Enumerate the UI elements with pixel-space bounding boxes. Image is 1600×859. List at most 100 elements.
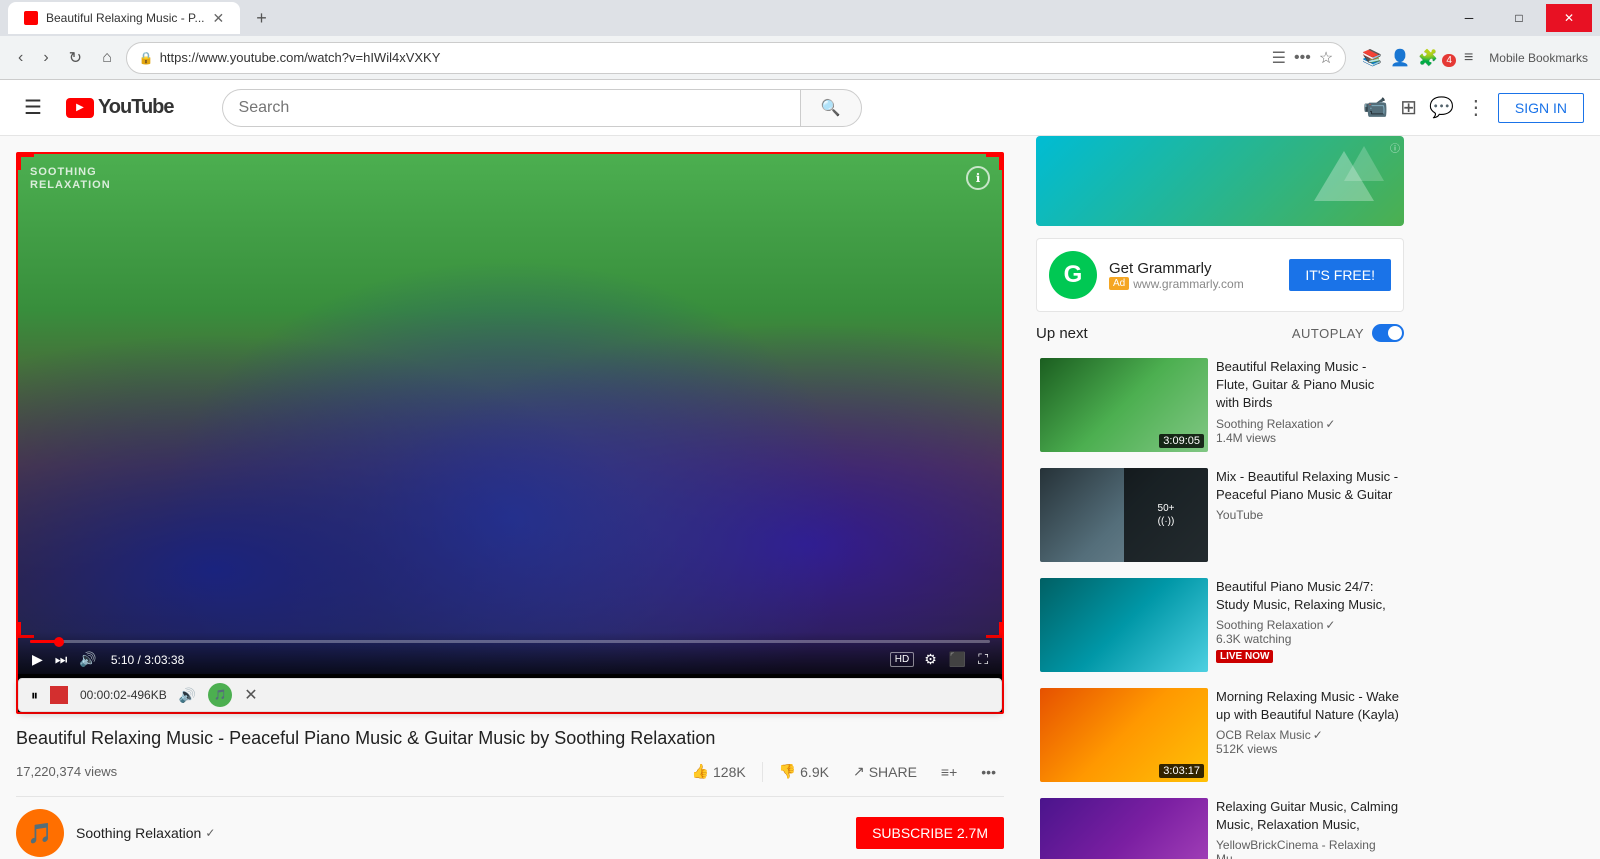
more-icon[interactable]: ••• (1294, 49, 1311, 67)
close-button[interactable]: ✕ (1546, 4, 1592, 32)
quality-badge[interactable]: HD (890, 652, 914, 667)
new-tab-button[interactable]: + (248, 4, 275, 33)
time-current: 5:10 (111, 653, 134, 667)
browser-tab[interactable]: Beautiful Relaxing Music - P... ✕ (8, 2, 240, 34)
address-right-icons: ☰ ••• ☆ (1272, 48, 1334, 68)
library-icon[interactable]: 📚 (1362, 48, 1382, 68)
mix-badge: 50+((·)) (1124, 468, 1208, 562)
pip-time: 00:00:02-496KB (80, 688, 167, 702)
dislike-icon: 👎 (779, 763, 796, 780)
address-input-wrapper[interactable]: 🔒 https://www.youtube.com/watch?v=hIWil4… (126, 42, 1346, 74)
channel-name-text: Soothing Relaxation ✓ (1216, 618, 1400, 632)
pip-volume-icon[interactable]: 🔊 (179, 687, 196, 704)
autoplay-toggle[interactable] (1372, 324, 1404, 342)
menu-hamburger[interactable]: ☰ (16, 87, 50, 128)
video-controls: ▶ ⏭ 🔊 5:10 / 3:03:38 HD ⚙ ⬛ (18, 632, 1002, 674)
pip-toolbar: ⏸ 00:00:02-496KB 🔊 🎵 ✕ (18, 678, 1002, 712)
messages-icon[interactable]: 💬 (1429, 95, 1454, 120)
channel-name-text: Soothing Relaxation (76, 825, 201, 841)
search-button[interactable]: 🔍 (800, 89, 862, 127)
video-duration: 3:09:05 (1159, 434, 1204, 448)
ad-card: G Get Grammarly Ad www.grammarly.com IT'… (1036, 238, 1404, 312)
sidebar-video-item[interactable]: 50+((·)) Mix - Beautiful Relaxing Music … (1036, 464, 1404, 566)
tab-close-icon[interactable]: ✕ (213, 10, 225, 27)
video-info: Beautiful Relaxing Music - Flute, Guitar… (1216, 358, 1400, 452)
youtube-logo[interactable]: YouTube (66, 96, 174, 119)
next-button[interactable]: ⏭ (53, 649, 70, 670)
video-title-section: Beautiful Relaxing Music - Peaceful Pian… (16, 714, 1004, 796)
action-buttons: 👍 128K 👎 6.9K ↗ SHARE ≡ (684, 759, 1004, 784)
video-duration: 3:03:17 (1159, 764, 1204, 778)
back-button[interactable]: ‹ (12, 45, 29, 71)
search-bar: 🔍 (222, 89, 862, 127)
sidebar-video-item[interactable]: Beautiful Piano Music 24/7: Study Music,… (1036, 574, 1404, 676)
like-icon: 👍 (692, 763, 709, 780)
autoplay-section: AUTOPLAY (1292, 324, 1404, 342)
view-count: 17,220,374 views (16, 764, 117, 779)
video-title-text: Mix - Beautiful Relaxing Music - Peacefu… (1216, 468, 1400, 504)
sidebar-video-item[interactable]: 3:09:05 Beautiful Relaxing Music - Flute… (1036, 354, 1404, 456)
video-title-text: Relaxing Guitar Music, Calming Music, Re… (1216, 798, 1400, 834)
ad-graphic (1304, 141, 1384, 221)
sync-icon[interactable]: 👤 (1390, 48, 1410, 68)
video-title: Beautiful Relaxing Music - Peaceful Pian… (16, 726, 1004, 751)
maximize-button[interactable]: □ (1496, 4, 1542, 32)
right-controls: HD ⚙ ⬛ ⛶ (890, 649, 990, 670)
video-info: Beautiful Piano Music 24/7: Study Music,… (1216, 578, 1400, 672)
minimize-button[interactable]: ─ (1446, 4, 1492, 32)
video-title-text: Beautiful Relaxing Music - Flute, Guitar… (1216, 358, 1400, 413)
bookmarks-label: Mobile Bookmarks (1489, 51, 1588, 65)
more-button[interactable]: ••• (973, 760, 1004, 784)
pip-pause-button[interactable]: ⏸ (31, 687, 38, 704)
sign-in-button[interactable]: SIGN IN (1498, 93, 1584, 123)
video-player-wrapper: SOOTHINGRELAXATION ℹ ▶ ⏭ (16, 152, 1004, 714)
pip-stop-button[interactable] (50, 686, 68, 704)
fullscreen-button[interactable]: ⛶ (976, 649, 990, 670)
volume-button[interactable]: 🔊 (77, 649, 98, 670)
reader-mode-icon[interactable]: ☰ (1272, 48, 1286, 68)
live-badge: LIVE NOW (1216, 650, 1273, 663)
dislike-button[interactable]: 👎 6.9K (771, 759, 837, 784)
subscribe-button[interactable]: SUBSCRIBE 2.7M (856, 817, 1004, 849)
youtube-header: ☰ YouTube 🔍 📹 ⊞ 💬 ⋮ SIGN IN (0, 80, 1600, 136)
video-thumbnail: 50+((·)) (1040, 468, 1208, 562)
bookmark-icon[interactable]: ☆ (1319, 48, 1333, 68)
ad-url: www.grammarly.com (1133, 277, 1243, 291)
lock-icon: 🔒 (139, 51, 154, 65)
sidebar-video-item[interactable]: 3:03:17 Morning Relaxing Music - Wake up… (1036, 684, 1404, 786)
sidebar-video-item[interactable]: Relaxing Guitar Music, Calming Music, Re… (1036, 794, 1404, 859)
miniplayer-button[interactable]: ⬛ (947, 649, 968, 670)
search-input[interactable] (222, 89, 800, 127)
address-text: https://www.youtube.com/watch?v=hIWil4xV… (160, 50, 1272, 65)
menu-icon[interactable]: ≡ (1464, 49, 1473, 67)
ad-badge: ⓘ (1390, 140, 1400, 155)
video-thumbnail (1040, 798, 1208, 859)
play-button[interactable]: ▶ (30, 649, 45, 670)
channel-verified-icon: ✓ (1313, 728, 1323, 742)
header-right: 📹 ⊞ 💬 ⋮ SIGN IN (1363, 93, 1584, 123)
forward-button[interactable]: › (37, 45, 54, 71)
extensions-icon[interactable]: 🧩 4 (1418, 48, 1456, 68)
refresh-button[interactable]: ↻ (63, 44, 88, 72)
more-options-icon[interactable]: ⋮ (1466, 95, 1486, 120)
like-button[interactable]: 👍 128K (684, 759, 754, 784)
share-button[interactable]: ↗ SHARE (845, 759, 925, 784)
add-to-button[interactable]: ≡+ (933, 760, 965, 784)
video-channel-overlay: SOOTHINGRELAXATION (30, 166, 111, 192)
apps-icon[interactable]: ⊞ (1400, 95, 1417, 120)
dislike-count: 6.9K (800, 764, 829, 780)
home-button[interactable]: ⌂ (96, 45, 118, 71)
pip-close-button[interactable]: ✕ (244, 685, 257, 705)
channel-name: Soothing Relaxation ✓ (76, 825, 215, 841)
views-text: 6.3K watching (1216, 632, 1400, 646)
upload-icon[interactable]: 📹 (1363, 95, 1388, 120)
video-player[interactable]: SOOTHINGRELAXATION ℹ ▶ ⏭ (18, 154, 1002, 674)
address-bar: ‹ › ↻ ⌂ 🔒 https://www.youtube.com/watch?… (0, 36, 1600, 80)
settings-button[interactable]: ⚙ (922, 649, 939, 670)
progress-bar[interactable] (30, 640, 990, 643)
ad-cta-button[interactable]: IT'S FREE! (1289, 259, 1391, 291)
main-content: SOOTHINGRELAXATION ℹ ▶ ⏭ (0, 136, 1600, 859)
views-text: 1.4M views (1216, 431, 1400, 445)
views-text: 512K views (1216, 742, 1400, 756)
share-label: SHARE (869, 764, 917, 780)
